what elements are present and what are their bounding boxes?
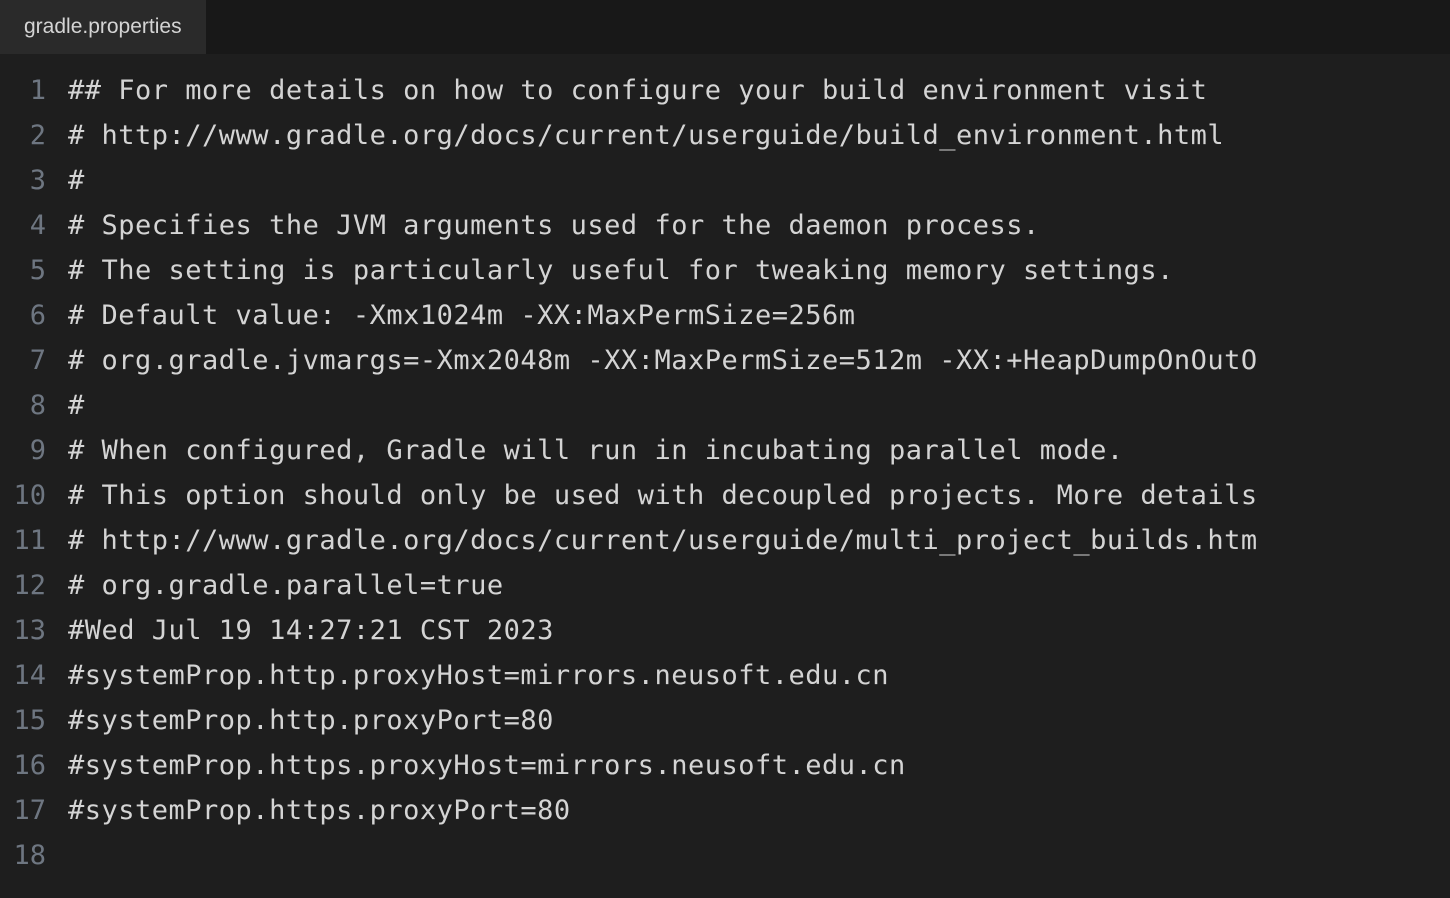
code-line[interactable]: 10# This option should only be used with… <box>0 473 1450 518</box>
line-number: 11 <box>0 518 68 563</box>
code-line[interactable]: 5# The setting is particularly useful fo… <box>0 248 1450 293</box>
line-content[interactable]: #systemProp.http.proxyPort=80 <box>68 698 554 743</box>
code-editor[interactable]: 1## For more details on how to configure… <box>0 54 1450 898</box>
line-number: 14 <box>0 653 68 698</box>
line-content[interactable]: # This option should only be used with d… <box>68 473 1258 518</box>
tab-filename: gradle.properties <box>24 15 182 39</box>
line-content[interactable]: # <box>68 383 85 428</box>
line-number: 8 <box>0 383 68 428</box>
code-container: 1## For more details on how to configure… <box>0 54 1450 878</box>
code-line[interactable]: 3# <box>0 158 1450 203</box>
code-line[interactable]: 6# Default value: -Xmx1024m -XX:MaxPermS… <box>0 293 1450 338</box>
line-number: 15 <box>0 698 68 743</box>
line-number: 3 <box>0 158 68 203</box>
line-content[interactable]: # Default value: -Xmx1024m -XX:MaxPermSi… <box>68 293 856 338</box>
line-number: 12 <box>0 563 68 608</box>
line-number: 4 <box>0 203 68 248</box>
code-line[interactable]: 11# http://www.gradle.org/docs/current/u… <box>0 518 1450 563</box>
line-content[interactable]: #Wed Jul 19 14:27:21 CST 2023 <box>68 608 554 653</box>
line-number: 2 <box>0 113 68 158</box>
line-content[interactable]: #systemProp.https.proxyHost=mirrors.neus… <box>68 743 906 788</box>
line-content[interactable]: # http://www.gradle.org/docs/current/use… <box>68 518 1258 563</box>
line-content[interactable]: # <box>68 158 85 203</box>
line-content[interactable]: # org.gradle.parallel=true <box>68 563 504 608</box>
line-content[interactable]: ## For more details on how to configure … <box>68 68 1207 113</box>
line-number: 13 <box>0 608 68 653</box>
line-content[interactable]: # Specifies the JVM arguments used for t… <box>68 203 1040 248</box>
line-content[interactable]: #systemProp.http.proxyHost=mirrors.neuso… <box>68 653 889 698</box>
code-line[interactable]: 18 <box>0 833 1450 878</box>
code-line[interactable]: 7# org.gradle.jvmargs=-Xmx2048m -XX:MaxP… <box>0 338 1450 383</box>
line-number: 6 <box>0 293 68 338</box>
file-tab[interactable]: gradle.properties <box>0 0 207 54</box>
line-number: 16 <box>0 743 68 788</box>
code-line[interactable]: 15#systemProp.http.proxyPort=80 <box>0 698 1450 743</box>
code-line[interactable]: 8# <box>0 383 1450 428</box>
code-line[interactable]: 13#Wed Jul 19 14:27:21 CST 2023 <box>0 608 1450 653</box>
line-number: 10 <box>0 473 68 518</box>
code-line[interactable]: 2# http://www.gradle.org/docs/current/us… <box>0 113 1450 158</box>
line-number: 1 <box>0 68 68 113</box>
line-number: 5 <box>0 248 68 293</box>
code-line[interactable]: 16#systemProp.https.proxyHost=mirrors.ne… <box>0 743 1450 788</box>
line-content[interactable]: # org.gradle.jvmargs=-Xmx2048m -XX:MaxPe… <box>68 338 1258 383</box>
line-content[interactable]: # The setting is particularly useful for… <box>68 248 1174 293</box>
line-number: 18 <box>0 833 68 878</box>
code-line[interactable]: 9# When configured, Gradle will run in i… <box>0 428 1450 473</box>
code-line[interactable]: 12# org.gradle.parallel=true <box>0 563 1450 608</box>
line-number: 17 <box>0 788 68 833</box>
line-content[interactable]: #systemProp.https.proxyPort=80 <box>68 788 571 833</box>
line-number: 7 <box>0 338 68 383</box>
code-line[interactable]: 1## For more details on how to configure… <box>0 68 1450 113</box>
line-content[interactable]: # When configured, Gradle will run in in… <box>68 428 1124 473</box>
line-number: 9 <box>0 428 68 473</box>
line-content[interactable]: # http://www.gradle.org/docs/current/use… <box>68 113 1224 158</box>
code-line[interactable]: 17#systemProp.https.proxyPort=80 <box>0 788 1450 833</box>
tab-bar: gradle.properties <box>0 0 1450 54</box>
code-line[interactable]: 14#systemProp.http.proxyHost=mirrors.neu… <box>0 653 1450 698</box>
code-line[interactable]: 4# Specifies the JVM arguments used for … <box>0 203 1450 248</box>
